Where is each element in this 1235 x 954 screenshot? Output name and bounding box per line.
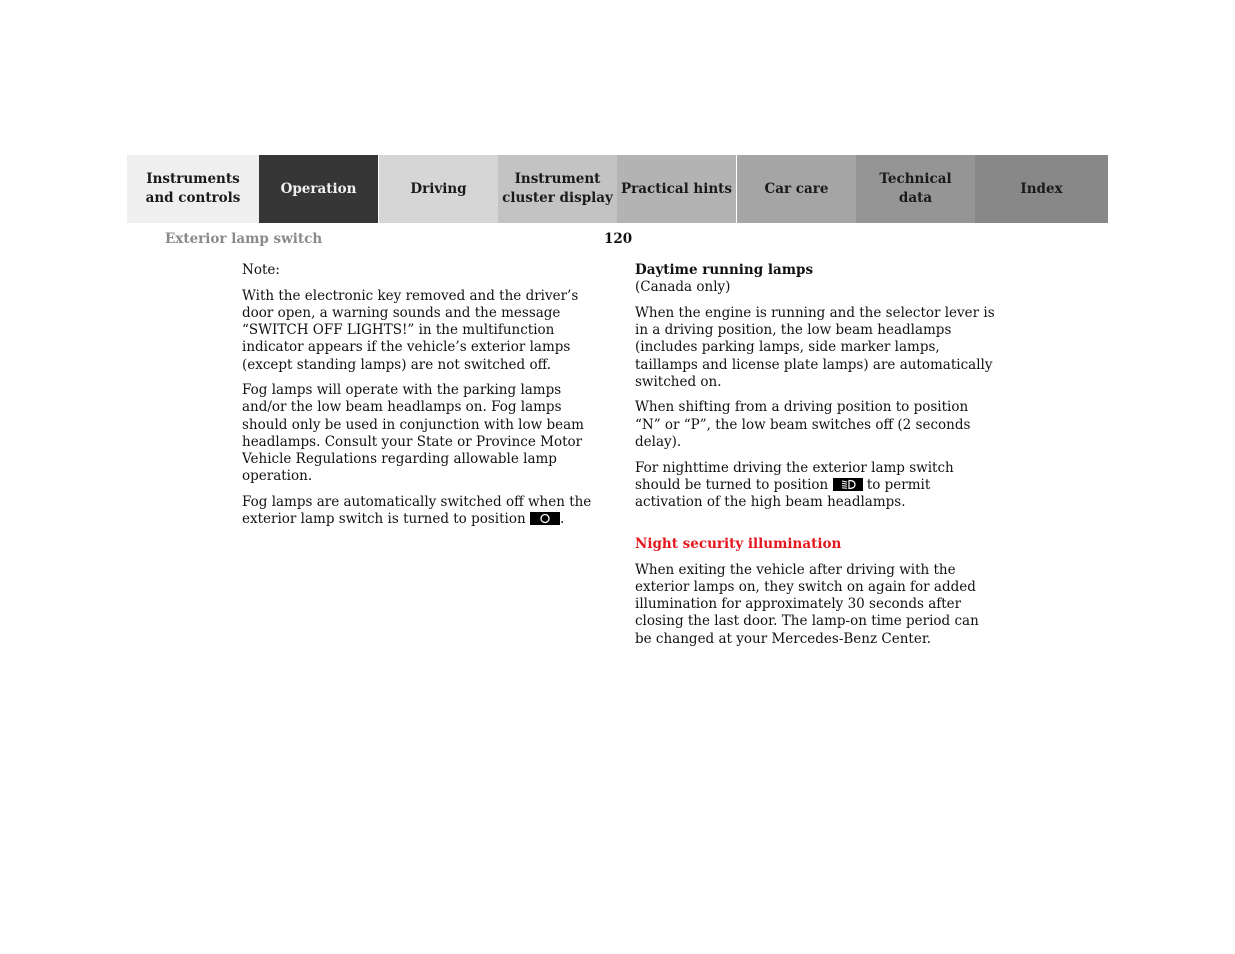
night-security-paragraph: When exiting the vehicle after driving w… bbox=[635, 561, 979, 647]
tab-instruments-and-controls[interactable]: Instruments and controls bbox=[127, 155, 259, 223]
tab-car-care[interactable]: Car care bbox=[737, 155, 856, 223]
drl-subheading: (Canada only) bbox=[635, 279, 731, 296]
tab-technical-data[interactable]: Technical data bbox=[856, 155, 975, 223]
fog-lamps-paragraph: Fog lamps will operate with the parking … bbox=[242, 382, 584, 485]
tab-label: Instruments and controls bbox=[145, 171, 241, 206]
note-label: Note: bbox=[242, 262, 280, 278]
tab-operation[interactable]: Operation bbox=[259, 155, 378, 223]
tab-label: Instrument cluster display bbox=[502, 171, 613, 206]
right-column: Daytime running lamps (Canada only) When… bbox=[635, 262, 995, 656]
tab-label: Operation bbox=[280, 180, 357, 197]
nighttime-driving-paragraph: For nighttime driving the exterior lamp … bbox=[635, 460, 995, 512]
night-security-heading: Night security illumination bbox=[635, 536, 842, 553]
drl-heading: Daytime running lamps bbox=[635, 262, 814, 278]
tab-label: Driving bbox=[410, 180, 467, 197]
section-title: Exterior lamp switch bbox=[165, 231, 323, 247]
tab-index[interactable]: Index bbox=[975, 155, 1108, 223]
section-nav-tabs: Instruments and controls Operation Drivi… bbox=[127, 155, 1108, 223]
tab-practical-hints[interactable]: Practical hints bbox=[617, 155, 736, 223]
paragraph-text: . bbox=[559, 511, 565, 528]
tab-label: Index bbox=[1020, 180, 1063, 197]
low-beam-headlamp-icon bbox=[832, 477, 863, 491]
page-number: 120 bbox=[604, 231, 633, 247]
tab-label: Practical hints bbox=[621, 180, 732, 197]
tab-instrument-cluster-display[interactable]: Instrument cluster display bbox=[498, 155, 617, 223]
shifting-paragraph: When shifting from a driving position to… bbox=[635, 399, 971, 450]
drl-paragraph: When the engine is running and the selec… bbox=[635, 304, 995, 390]
off-position-icon bbox=[529, 512, 560, 526]
left-column: Note: With the electronic key removed an… bbox=[242, 262, 602, 537]
tab-driving[interactable]: Driving bbox=[379, 155, 498, 223]
note-paragraph: With the electronic key removed and the … bbox=[242, 287, 579, 373]
tab-label: Car care bbox=[764, 180, 829, 197]
fog-lamps-off-paragraph: Fog lamps are automatically switched off… bbox=[242, 494, 602, 528]
tab-label: Technical data bbox=[879, 171, 952, 206]
